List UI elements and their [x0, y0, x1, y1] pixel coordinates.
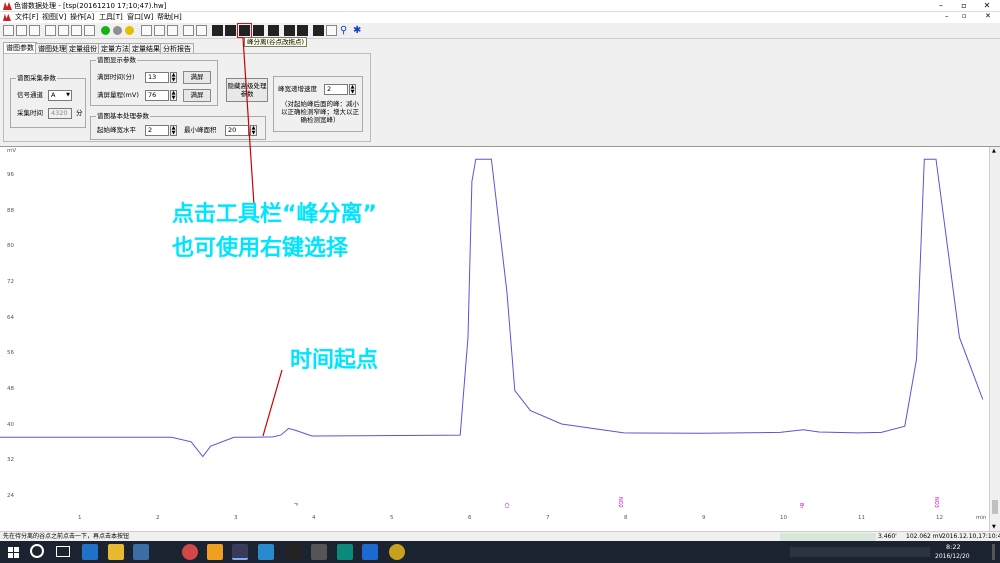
toolbar-arrow	[242, 37, 255, 206]
chromatography-app-icon[interactable]	[232, 544, 248, 560]
start-time-arrow	[262, 369, 283, 437]
status-icons	[780, 533, 876, 541]
windows-start-icon[interactable]	[8, 547, 19, 558]
status-file: 2016.12.10,17:10:4	[942, 533, 1000, 540]
status-value: 102.062 mV	[906, 533, 943, 540]
toolbar-tooltip: 峰分离(谷点改拖点)	[244, 37, 308, 47]
status-hint: 先在待分离的谷点之前点击一下，再点击本按钮	[3, 533, 130, 540]
search-icon[interactable]	[30, 544, 44, 558]
status-time: 3.460'	[878, 533, 897, 540]
photos-icon[interactable]	[258, 544, 274, 560]
edge-browser-icon[interactable]	[82, 544, 98, 560]
app-icon-3[interactable]	[389, 544, 405, 560]
annotation-arrows	[242, 37, 283, 437]
annotation-time-start: 时间起点	[290, 348, 379, 373]
taskbar: 8:22 2016/12/20	[0, 541, 1000, 563]
annotation-toolbar-tip-2: 也可使用右键选择	[172, 236, 349, 261]
annotation-toolbar-tip-1: 点击工具栏“峰分离”	[172, 202, 377, 227]
mail-139-icon[interactable]	[362, 544, 378, 560]
clock-date: 2016/12/20	[935, 553, 970, 560]
status-bar: 先在待分离的谷点之前点击一下，再点击本按钮 3.460' 102.062 mV …	[0, 531, 1000, 541]
arduino-icon[interactable]	[337, 544, 353, 560]
show-desktop-button[interactable]	[992, 544, 995, 560]
system-tray[interactable]	[790, 547, 930, 557]
file-explorer-icon[interactable]	[108, 544, 124, 560]
qq-icon[interactable]	[286, 544, 302, 560]
app-icon-2[interactable]	[207, 544, 223, 560]
calculator-icon[interactable]	[311, 544, 327, 560]
chrome-icon[interactable]	[182, 544, 198, 560]
clock-time: 8:22	[946, 543, 961, 551]
task-view-icon[interactable]	[56, 546, 70, 557]
store-icon[interactable]	[133, 544, 149, 560]
